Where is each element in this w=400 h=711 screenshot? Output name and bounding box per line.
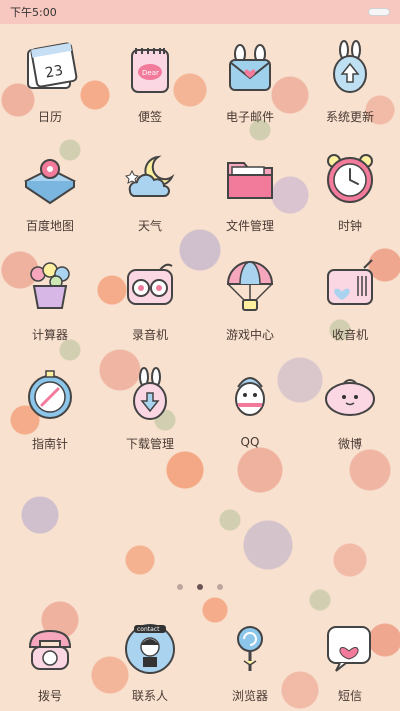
- compass-icon: [20, 365, 80, 425]
- calendar-day: 23: [44, 63, 64, 82]
- weibo-icon: [320, 365, 380, 425]
- app-browser[interactable]: 浏览器: [200, 615, 300, 704]
- radio-icon: [320, 256, 380, 316]
- app-compass[interactable]: 指南针: [0, 363, 100, 472]
- app-game-center[interactable]: 游戏中心: [200, 254, 300, 363]
- email-icon: [220, 38, 280, 98]
- app-label: 系统更新: [325, 110, 374, 124]
- status-time: 下午5:00: [10, 6, 57, 19]
- app-weibo[interactable]: 微博: [300, 363, 400, 472]
- recorder-icon: [120, 256, 180, 316]
- battery-icon: [368, 8, 390, 16]
- app-email[interactable]: 电子邮件: [200, 36, 300, 145]
- app-label: 便签: [137, 110, 162, 124]
- app-label: 拨号: [37, 689, 62, 703]
- app-grid: 23 日历 Dear 便签 电子邮件 系统更新 百度地图 天气 文件管理 时钟 …: [0, 36, 400, 472]
- app-baidu-map[interactable]: 百度地图: [0, 145, 100, 254]
- page-dot: [217, 584, 223, 590]
- app-label: 短信: [337, 689, 362, 703]
- app-sms[interactable]: 短信: [300, 615, 400, 704]
- qq-icon: [220, 365, 280, 425]
- folder-icon: [220, 147, 280, 207]
- notes-text: Dear: [142, 69, 159, 77]
- game-center-icon: [220, 256, 280, 316]
- sms-icon: [320, 617, 380, 677]
- app-label: 下载管理: [125, 437, 174, 451]
- page-dot-active: [197, 584, 203, 590]
- app-label: 指南针: [31, 437, 68, 451]
- app-label: QQ: [240, 435, 260, 449]
- notes-icon: Dear: [120, 38, 180, 98]
- calendar-icon: 23: [20, 38, 80, 98]
- app-calendar[interactable]: 23 日历: [0, 36, 100, 145]
- app-label: 收音机: [331, 328, 368, 342]
- app-label: 百度地图: [25, 219, 74, 233]
- update-icon: [320, 38, 380, 98]
- app-qq[interactable]: QQ: [200, 363, 300, 472]
- app-label: 文件管理: [225, 219, 274, 233]
- app-label: 时钟: [337, 219, 362, 233]
- contacts-icon: contact: [120, 617, 180, 677]
- app-label: 游戏中心: [225, 328, 274, 342]
- page-dot: [177, 584, 183, 590]
- app-label: 录音机: [131, 328, 168, 342]
- calculator-icon: [20, 256, 80, 316]
- phone-icon: [20, 617, 80, 677]
- app-label: 电子邮件: [225, 110, 274, 124]
- app-calculator[interactable]: 计算器: [0, 254, 100, 363]
- app-notes[interactable]: Dear 便签: [100, 36, 200, 145]
- status-bar: 下午5:00: [0, 0, 400, 24]
- app-radio[interactable]: 收音机: [300, 254, 400, 363]
- weather-icon: [120, 147, 180, 207]
- map-icon: [20, 147, 80, 207]
- app-system-update[interactable]: 系统更新: [300, 36, 400, 145]
- dock: 拨号 contact 联系人 浏览器 短信: [0, 615, 400, 704]
- app-contacts[interactable]: contact 联系人: [100, 615, 200, 704]
- contacts-text: contact: [137, 626, 160, 633]
- browser-icon: [220, 617, 280, 677]
- app-clock[interactable]: 时钟: [300, 145, 400, 254]
- app-recorder[interactable]: 录音机: [100, 254, 200, 363]
- app-download-manager[interactable]: 下载管理: [100, 363, 200, 472]
- app-dialer[interactable]: 拨号: [0, 615, 100, 704]
- app-label: 日历: [37, 110, 62, 124]
- app-label: 浏览器: [231, 689, 268, 703]
- page-indicator[interactable]: [0, 582, 400, 592]
- app-weather[interactable]: 天气: [100, 145, 200, 254]
- app-label: 微博: [337, 437, 362, 451]
- download-icon: [120, 365, 180, 425]
- app-label: 计算器: [31, 328, 68, 342]
- app-label: 联系人: [131, 689, 168, 703]
- app-label: 天气: [137, 219, 162, 233]
- app-file-manager[interactable]: 文件管理: [200, 145, 300, 254]
- clock-icon: [320, 147, 380, 207]
